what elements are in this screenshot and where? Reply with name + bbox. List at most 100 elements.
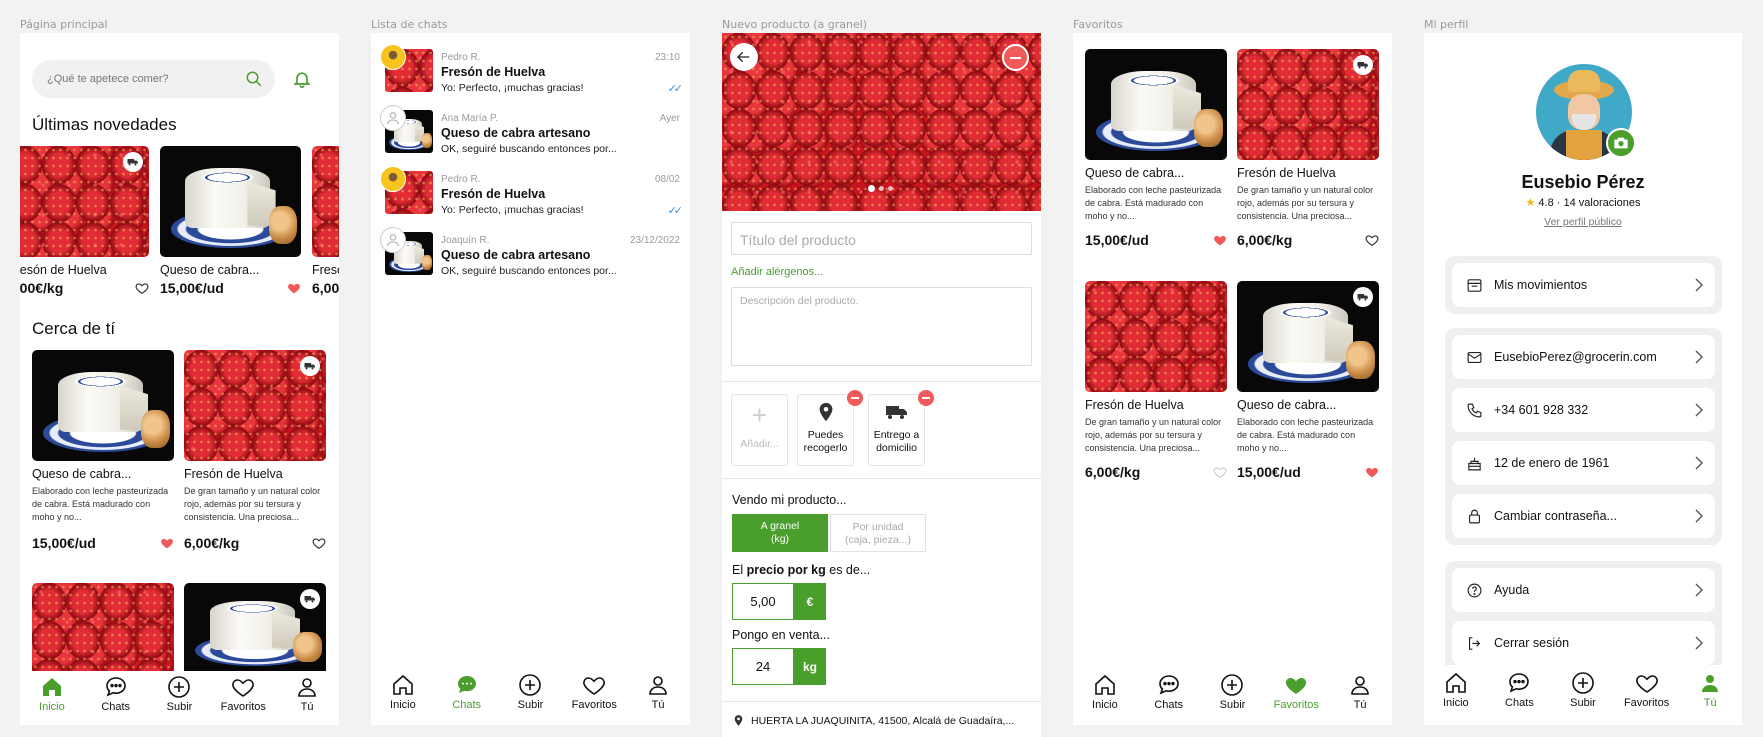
help-row[interactable]: Ayuda [1452, 568, 1715, 612]
stock-input[interactable]: 24 [732, 648, 794, 685]
logout-row[interactable]: Cerrar sesión [1452, 621, 1715, 665]
product-card[interactable]: Queso de cabra... Elaborado con leche pa… [1085, 49, 1227, 248]
product-title: Queso de cabra... [160, 263, 260, 277]
chat-row[interactable]: Ana María P. Ayer Queso de cabra artesano… [371, 100, 690, 161]
back-button[interactable] [730, 43, 758, 71]
search-icon[interactable] [245, 70, 263, 88]
tab-chats[interactable]: Chats [87, 675, 145, 713]
search-input[interactable]: ¿Qué te apetece comer? [47, 73, 245, 85]
product-card[interactable]: Fresón de Huelva 6,00€/kg [20, 146, 149, 296]
product-card[interactable]: Fresón de Huelva 6,00€/kg [312, 146, 339, 296]
birthday-row[interactable]: 12 de enero de 1961 [1452, 441, 1715, 485]
mail-icon [1467, 351, 1482, 363]
chat-time: 23/12/2022 [629, 235, 680, 246]
tab-favoritos[interactable]: Favoritos [565, 673, 623, 711]
price-label-pre: El [732, 563, 747, 577]
tab-chats[interactable]: Chats [438, 673, 496, 711]
user-outline-icon [387, 112, 399, 125]
stock-field[interactable]: 24 kg [732, 648, 826, 685]
tab-label: Subir [1570, 697, 1596, 709]
stock-unit: kg [794, 648, 826, 685]
tab-tu[interactable]: Tú [1331, 673, 1389, 711]
heart-outline-icon[interactable] [1365, 233, 1379, 247]
change-password-label: Cambiar contraseña... [1494, 509, 1617, 523]
product-image[interactable] [32, 583, 174, 673]
delivery-badge [300, 356, 320, 376]
product-image[interactable] [184, 583, 326, 673]
tab-subir[interactable]: Subir [501, 673, 559, 711]
heart-filled-icon[interactable] [1213, 233, 1227, 247]
novedades-carousel[interactable]: Fresón de Huelva 6,00€/kg Queso de cabra… [20, 146, 339, 306]
email-row[interactable]: EusebioPerez@grocerin.com [1452, 335, 1715, 379]
chat-time: 08/02 [654, 174, 680, 185]
chat-row[interactable]: Pedro R. 23:10 Fresón de Huelva Yo: Perfe… [371, 39, 690, 100]
tab-label: Tú [651, 699, 665, 711]
heart-filled-icon[interactable] [1365, 465, 1379, 479]
product-image [160, 146, 301, 257]
user-outline-icon [1351, 676, 1369, 695]
sell-mode-bulk[interactable]: A granel (kg) [732, 514, 828, 552]
change-photo-button[interactable] [1606, 128, 1636, 158]
description-input[interactable]: Descripción del producto. [731, 287, 1032, 366]
add-allergens-link[interactable]: Añadir alérgenos... [731, 266, 823, 278]
add-option-button[interactable]: + Añadir... [731, 394, 788, 466]
heart-filled-icon[interactable] [160, 536, 174, 550]
remove-pickup-button[interactable] [847, 390, 863, 406]
profile-screen: Eusebio Pérez ★ 4.8 · 14 valoraciones Ve… [1424, 33, 1742, 725]
public-profile-link[interactable]: Ver perfil público [1424, 216, 1742, 228]
add-circle-icon [519, 674, 542, 696]
sell-mode-toggle[interactable]: A granel (kg) Por unidad (caja, pieza...) [732, 514, 926, 552]
tab-inicio[interactable]: Inicio [23, 675, 81, 713]
product-card[interactable]: Fresón de Huelva De gran tamaño y un nat… [184, 350, 326, 551]
product-card[interactable]: Queso de cabra... 15,00€/ud [160, 146, 301, 296]
change-password-row[interactable]: Cambiar contraseña... [1452, 494, 1715, 538]
remove-photo-button[interactable] [1002, 44, 1029, 71]
tab-tu[interactable]: Tú [629, 673, 687, 711]
tab-inicio[interactable]: Inicio [1076, 673, 1134, 711]
product-card[interactable]: Queso de cabra... Elaborado con leche pa… [32, 350, 174, 551]
heart-outline-icon[interactable] [135, 281, 149, 295]
tab-inicio[interactable]: Inicio [374, 673, 432, 711]
help-label: Ayuda [1494, 583, 1530, 597]
tab-subir[interactable]: Subir [150, 675, 208, 713]
tab-chats[interactable]: Chats [1490, 671, 1548, 709]
chevron-right-icon [1694, 583, 1704, 597]
product-description: Elaborado con leche pasteurizada de cabr… [1237, 417, 1374, 454]
carousel-dots[interactable] [868, 185, 893, 192]
search-bar[interactable]: ¿Qué te apetece comer? [32, 60, 275, 98]
heart-outline-icon[interactable] [312, 536, 326, 550]
sell-mode-unit[interactable]: Por unidad (caja, pieza...) [830, 514, 926, 552]
heart-outline-icon [231, 675, 255, 699]
address-row[interactable]: HUERTA LA JUAQUINITA, 41500, Alcalá de G… [732, 713, 1014, 728]
price-input[interactable]: 5,00 [732, 583, 794, 620]
tab-favoritos[interactable]: Favoritos [1618, 671, 1676, 709]
option-delivery[interactable]: Entrego a domicilio [868, 394, 925, 466]
remove-delivery-button[interactable] [918, 390, 934, 406]
tab-chats[interactable]: Chats [1140, 673, 1198, 711]
price-field[interactable]: 5,00 € [732, 583, 826, 620]
movements-label: Mis movimientos [1494, 278, 1588, 292]
product-card[interactable]: Fresón de Huelva De gran tamaño y un nat… [1085, 281, 1227, 480]
tab-tu[interactable]: Tú [278, 675, 336, 713]
movements-row[interactable]: Mis movimientos [1452, 263, 1715, 307]
tab-subir[interactable]: Subir [1203, 673, 1261, 711]
chevron-right-icon [1694, 278, 1704, 292]
product-card[interactable]: Queso de cabra... Elaborado con leche pa… [1237, 281, 1379, 480]
tab-subir[interactable]: Subir [1554, 671, 1612, 709]
tab-favoritos[interactable]: Favoritos [214, 675, 272, 713]
phone-row[interactable]: +34 601 928 332 [1452, 388, 1715, 432]
product-image [1237, 49, 1379, 160]
bell-icon[interactable] [292, 68, 312, 90]
chevron-right-icon [1694, 350, 1704, 364]
title-input[interactable]: Título del producto [731, 222, 1032, 255]
heart-filled-icon[interactable] [287, 281, 301, 295]
heart-outline-icon[interactable] [1213, 465, 1227, 479]
tab-tu[interactable]: Tú [1681, 671, 1739, 709]
tab-favoritos[interactable]: Favoritos [1267, 673, 1325, 711]
option-pickup[interactable]: Puedes recogerlo [797, 394, 854, 466]
product-card[interactable]: Fresón de Huelva De gran tamaño y un nat… [1237, 49, 1379, 248]
tab-label: Inicio [390, 699, 416, 711]
chat-row[interactable]: Pedro R. 08/02 Fresón de Huelva Yo: Perfe… [371, 161, 690, 222]
tab-inicio[interactable]: Inicio [1427, 671, 1485, 709]
chat-row[interactable]: Joaquín R. 23/12/2022 Queso de cabra arte… [371, 222, 690, 283]
